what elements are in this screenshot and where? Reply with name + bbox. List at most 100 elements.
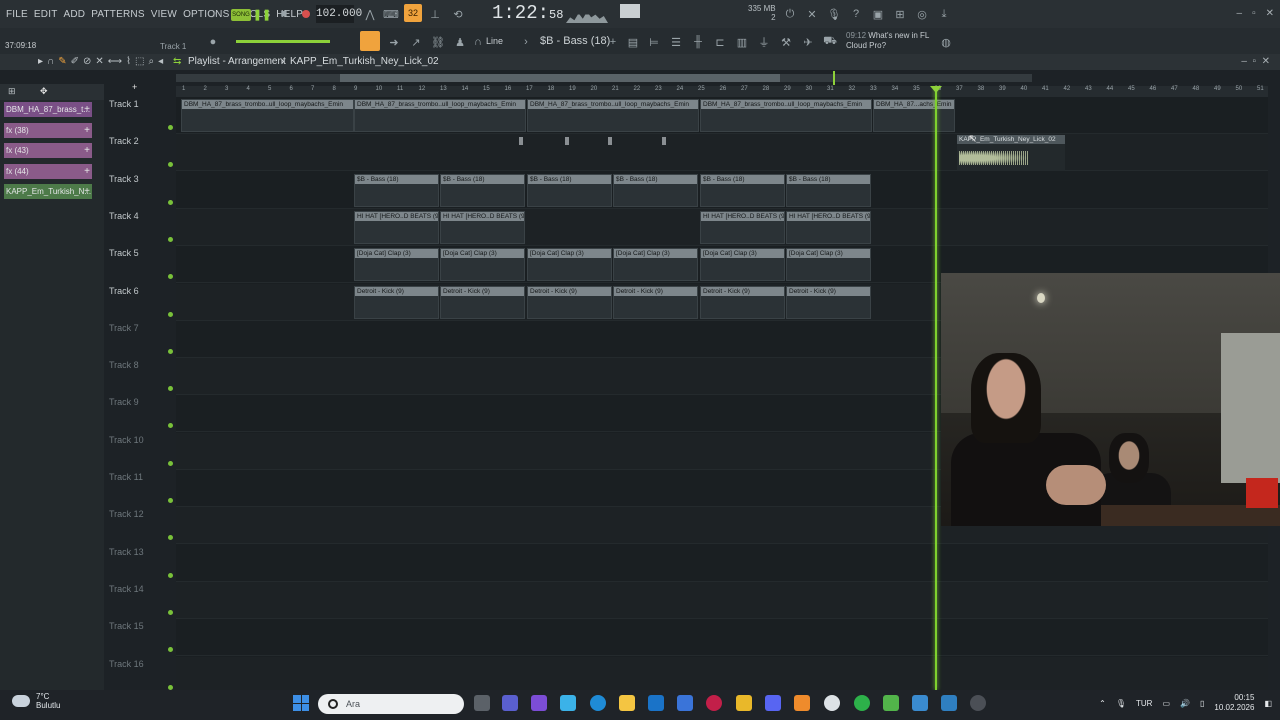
picker-item[interactable]: fx (38) + [4, 122, 92, 138]
browser-icon[interactable]: ⊏ [712, 34, 728, 50]
clip[interactable]: Detroit - Kick (9) [786, 285, 871, 319]
menu-file[interactable]: FILE [6, 9, 28, 20]
tray-mic-icon[interactable]: 🎙 [1116, 699, 1126, 708]
menu-add[interactable]: ADD [64, 9, 86, 20]
play-arrow-icon[interactable]: ▸ [38, 56, 43, 67]
playlist-window-controls[interactable]: – ▫ ✕ [1241, 56, 1270, 67]
discord-icon[interactable] [765, 695, 781, 711]
track-mute-led[interactable] [168, 423, 173, 429]
cart-icon[interactable]: ⛟ [822, 34, 838, 50]
slide-tool-icon[interactable]: ↗ [408, 34, 424, 50]
track-mute-led[interactable] [168, 125, 173, 130]
track-label[interactable]: Track 9 [109, 397, 139, 407]
picker-move-icon[interactable]: ✥ [40, 86, 48, 97]
wait-input-icon[interactable]: ⌨ [383, 6, 399, 22]
track-label[interactable]: Track 11 [109, 472, 143, 482]
track-label[interactable]: Track 1 [109, 99, 139, 109]
track-label[interactable]: Track 12 [109, 509, 144, 519]
help-icon[interactable]: ? [848, 6, 864, 22]
song-position-display[interactable]: 1:22:58 [492, 2, 563, 24]
mute-icon[interactable]: ✕ [95, 56, 103, 67]
track-lane[interactable] [176, 619, 1268, 657]
clip[interactable]: $B - Bass (18) [354, 173, 439, 207]
track-label[interactable]: Track 3 [109, 174, 139, 184]
track-mute-led[interactable] [168, 535, 173, 541]
fx-clip-marker[interactable] [608, 137, 612, 146]
track-label[interactable]: Track 14 [109, 584, 144, 594]
clip[interactable]: HI HAT [HERO..D BEATS (9) [440, 210, 525, 244]
tempo-display[interactable]: 102.000 [316, 5, 362, 23]
maximize-icon[interactable]: ▫ [1252, 8, 1256, 19]
clip[interactable]: Detroit - Kick (9) [700, 285, 785, 319]
playlist-arrows-icon[interactable]: ⇆ [173, 56, 181, 67]
zoom-icon[interactable]: ⌕ [148, 56, 154, 67]
track-mute-led[interactable] [168, 684, 173, 690]
tray-chevron-icon[interactable]: ⌃ [1099, 699, 1106, 708]
track-mute-led[interactable] [168, 348, 173, 354]
clip[interactable]: DBM_HA_87_brass_trombo..ull_loop_maybach… [700, 99, 872, 132]
track-label[interactable]: Track 10 [109, 435, 144, 445]
picker-item[interactable]: fx (44) + [4, 163, 92, 179]
clip[interactable]: $B - Bass (18) [786, 173, 871, 207]
track-mute-led[interactable] [168, 609, 173, 615]
clip[interactable]: $B - Bass (18) [440, 173, 525, 207]
clip[interactable]: HI HAT [HERO..D BEATS (9) [786, 210, 871, 244]
track-label[interactable]: Track 8 [109, 360, 139, 370]
battery-icon[interactable]: ▯ [1200, 699, 1204, 708]
save-icon[interactable]: ▣ [870, 6, 886, 22]
track-mute-led[interactable] [168, 236, 173, 242]
whatsapp-icon[interactable] [854, 695, 870, 711]
track-mute-led[interactable] [168, 572, 173, 578]
track-lane[interactable] [176, 656, 1268, 690]
app-icon-purple[interactable] [531, 695, 547, 711]
playback-icon[interactable]: ◂ [158, 56, 163, 67]
clip[interactable]: [Doja Cat] Clap (3) [613, 248, 698, 282]
metronome-icon[interactable]: ⋀ [362, 6, 378, 22]
clip[interactable]: HI HAT [HERO..D BEATS (9) [354, 210, 439, 244]
playhead[interactable] [935, 88, 937, 690]
slice-icon[interactable]: ⌇ [126, 56, 131, 67]
microphone-icon[interactable]: 🎙 [826, 6, 842, 22]
teams-icon[interactable] [502, 695, 518, 711]
clip[interactable]: DBM_HA_87_brass_trombo..ull_loop_maybach… [181, 99, 354, 132]
app-icon-yellow[interactable] [736, 695, 752, 711]
track-mute-led[interactable] [168, 199, 173, 205]
track-mute-led[interactable] [168, 498, 173, 503]
plugin-icon[interactable]: ⊞ [892, 6, 908, 22]
power-icon[interactable]: ⏻ [782, 6, 798, 22]
weather-widget[interactable]: 7°C Bulutlu [12, 692, 60, 710]
picker-menu-icon[interactable]: ⊞ [8, 86, 16, 97]
delete-icon[interactable]: ⊘ [83, 56, 91, 67]
app-icon-blue[interactable] [912, 695, 928, 711]
clip[interactable]: $B - Bass (18) [700, 173, 785, 207]
clip[interactable]: $B - Bass (18) [613, 173, 698, 207]
outlook-icon[interactable] [648, 695, 664, 711]
pattern-selector[interactable]: 32 [404, 4, 422, 22]
taskbar-clock[interactable]: 00:15 10.02.2026 [1214, 693, 1254, 713]
track-mute-led[interactable] [168, 162, 173, 168]
minimize-icon[interactable]: – [1237, 8, 1243, 19]
fl-studio-icon[interactable] [794, 695, 810, 711]
track-label[interactable]: Track 15 [109, 621, 144, 631]
master-volume-slider[interactable] [236, 40, 330, 43]
task-view-icon[interactable] [474, 695, 490, 711]
track-lane[interactable] [176, 545, 1268, 582]
horizontal-scroll-thumb[interactable] [340, 74, 780, 82]
playlist-toggle-button[interactable] [360, 31, 380, 51]
panic-icon[interactable]: ✕ [804, 6, 820, 22]
project-icon[interactable]: ▥ [734, 34, 750, 50]
track-label[interactable]: Track 2 [109, 136, 139, 146]
fx-clip-marker[interactable] [519, 137, 523, 146]
clip[interactable]: HI HAT [HERO..D BEATS (9) [700, 210, 785, 244]
channel-rack-icon[interactable]: ☰ [668, 34, 684, 50]
loop-record-icon[interactable]: ⟲ [450, 6, 466, 22]
picker-item-add-icon[interactable]: + [84, 102, 90, 117]
network-icon[interactable]: ▭ [1162, 699, 1170, 708]
playhead-marker-icon[interactable] [930, 86, 942, 93]
fx-clip-marker[interactable] [565, 137, 569, 146]
step-edit-icon[interactable]: ⊥ [427, 6, 443, 22]
picker-item-add-icon[interactable]: + [84, 164, 90, 179]
app-icon-green[interactable] [883, 695, 899, 711]
globe-icon[interactable]: ◍ [938, 34, 954, 50]
clip[interactable]: [Doja Cat] Clap (3) [440, 248, 525, 282]
